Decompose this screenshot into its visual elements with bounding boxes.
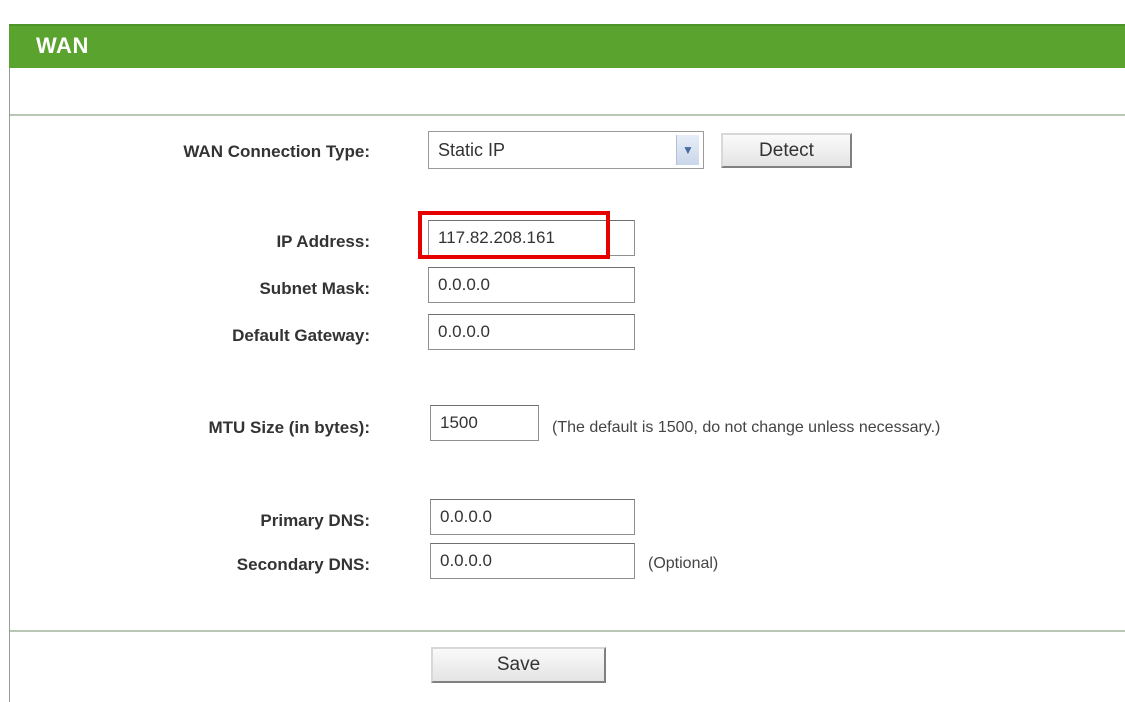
wan-type-value: Static IP <box>438 140 506 160</box>
default-gateway-field[interactable]: 0.0.0.0 <box>428 314 635 350</box>
ip-address-label: IP Address: <box>276 232 370 251</box>
highlight-box <box>418 211 610 259</box>
primary-dns-label: Primary DNS: <box>260 511 370 530</box>
mtu-label: MTU Size (in bytes): <box>208 418 370 437</box>
detect-button[interactable]: Detect <box>721 133 852 168</box>
secondary-dns-note: (Optional) <box>648 555 719 572</box>
divider-top <box>10 114 1125 116</box>
default-gateway-label: Default Gateway: <box>232 326 370 345</box>
secondary-dns-field[interactable]: 0.0.0.0 <box>430 543 635 579</box>
subnet-mask-label: Subnet Mask: <box>259 279 370 298</box>
wan-panel <box>9 24 1125 702</box>
chevron-down-icon[interactable]: ▼ <box>676 135 699 165</box>
title-bar <box>9 24 1125 68</box>
mtu-note: (The default is 1500, do not change unle… <box>552 419 941 436</box>
secondary-dns-label: Secondary DNS: <box>236 555 370 574</box>
subnet-mask-field[interactable]: 0.0.0.0 <box>428 267 635 303</box>
primary-dns-field[interactable]: 0.0.0.0 <box>430 499 635 535</box>
save-button[interactable]: Save <box>431 647 606 683</box>
wan-type-label: WAN Connection Type: <box>183 142 370 161</box>
mtu-field[interactable]: 1500 <box>430 405 539 441</box>
page-title: WAN <box>36 33 89 58</box>
divider-bottom <box>10 630 1125 632</box>
wan-type-select[interactable]: Static IP ▼ <box>428 131 704 169</box>
